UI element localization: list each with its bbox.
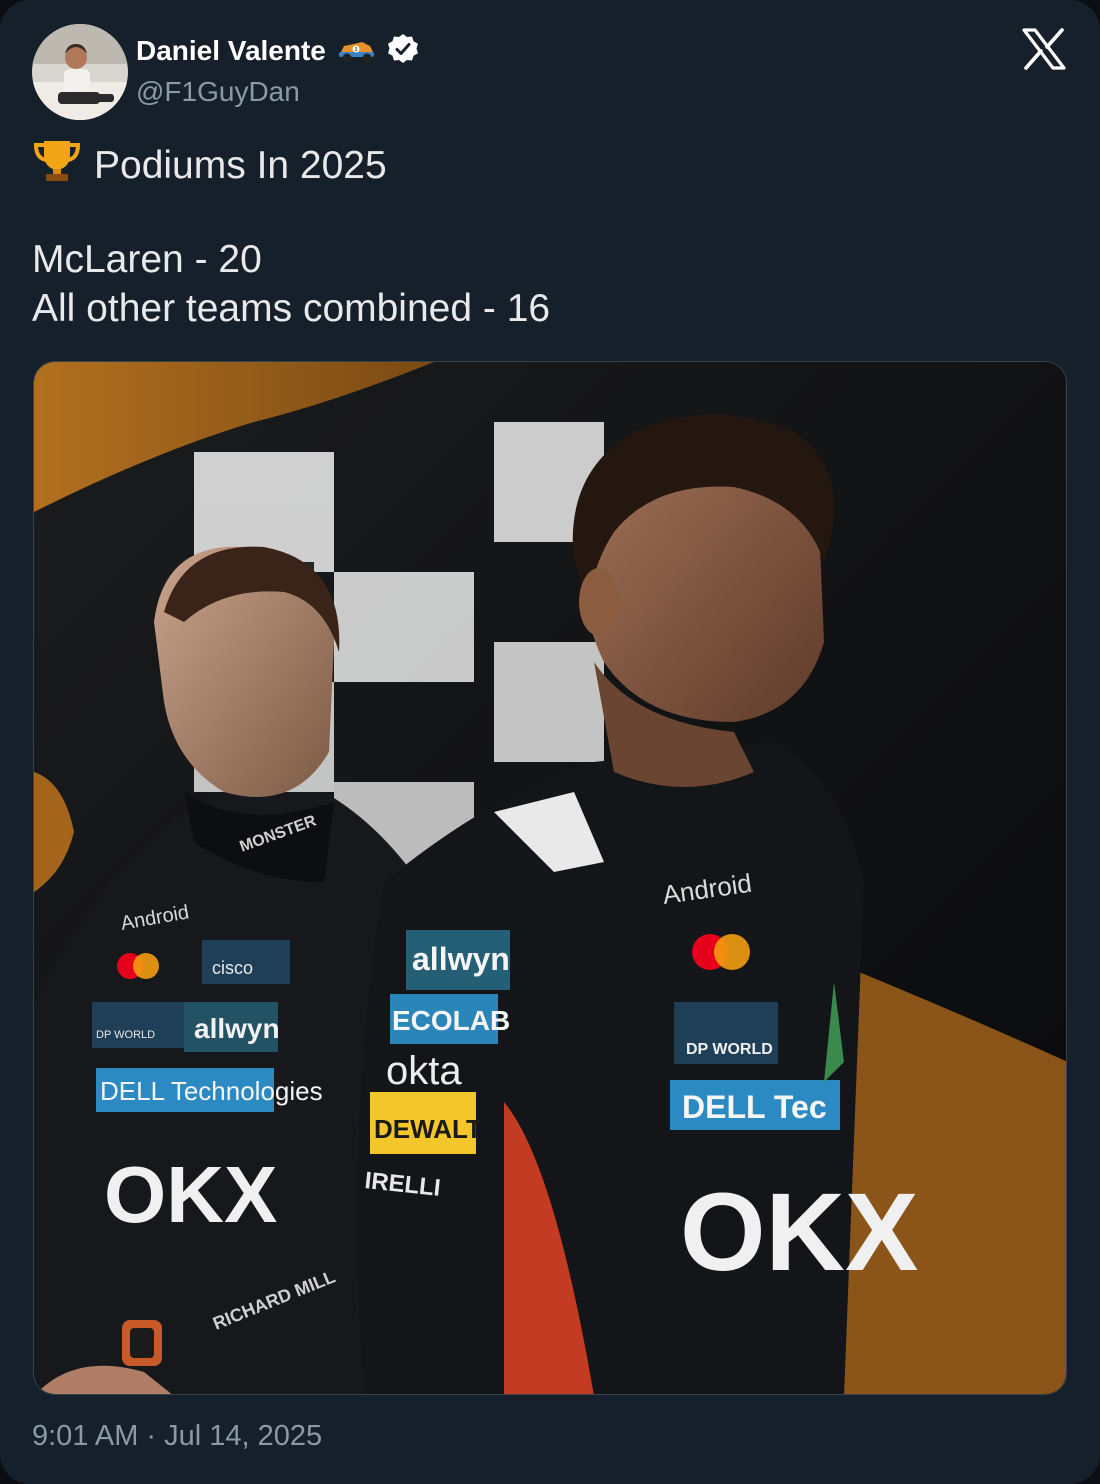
sponsor-allwyn-right: allwyn [412,941,510,977]
sponsor-okx-right: OKX [680,1171,918,1294]
sponsor-dpworld-right: DP WORLD [686,1041,773,1058]
tweet-line-4: All other teams combined - 16 [32,287,551,330]
race-car-emoji: 3 [336,34,376,69]
sponsor-dewalt: DEWALT [374,1114,482,1144]
sponsor-ecolab: ECOLAB [392,1005,510,1036]
sponsor-dpworld-left: DP WORLD [96,1029,155,1041]
tweet-line-1: Podiums In 2025 [32,138,1062,187]
tweet-line-text: Podiums In 2025 [94,144,387,187]
author-handle[interactable]: @F1GuyDan [136,76,300,108]
tweet-media-photo[interactable]: Android cisco DP WORLD allwyn DELL Techn… [33,361,1067,1395]
tweet-timestamp[interactable]: 9:01 AM · Jul 14, 2025 [32,1420,322,1453]
timestamp-separator: · [146,1420,157,1452]
sponsor-dell-right: DELL Tec [682,1089,827,1125]
svg-text:3: 3 [354,47,357,53]
tweet-date: Jul 14, 2025 [164,1420,323,1452]
tweet-line-2 [32,187,1062,235]
avatar[interactable] [32,24,128,120]
trophy-emoji [32,138,82,196]
sponsor-okta: okta [386,1049,462,1093]
tweet-text: Podiums In 2025 McLaren - 20 All other t… [32,138,1062,333]
sponsor-cisco-left: cisco [212,958,253,978]
tweet-card: Daniel Valente 3 @F1GuyDan Podiums In 20… [0,0,1100,1484]
avatar-photo [32,24,128,120]
sponsor-allwyn-left: allwyn [194,1013,280,1044]
x-logo-icon[interactable] [1022,28,1066,70]
tweet-time: 9:01 AM [32,1420,139,1452]
verified-badge-icon [386,32,420,71]
sponsor-okx-left: OKX [104,1150,277,1239]
author-name-row: Daniel Valente 3 [136,30,420,72]
tweet-line-3: McLaren - 20 [32,238,262,281]
display-name[interactable]: Daniel Valente [136,35,326,67]
sponsor-dell-left: DELL Technologies [100,1076,323,1106]
